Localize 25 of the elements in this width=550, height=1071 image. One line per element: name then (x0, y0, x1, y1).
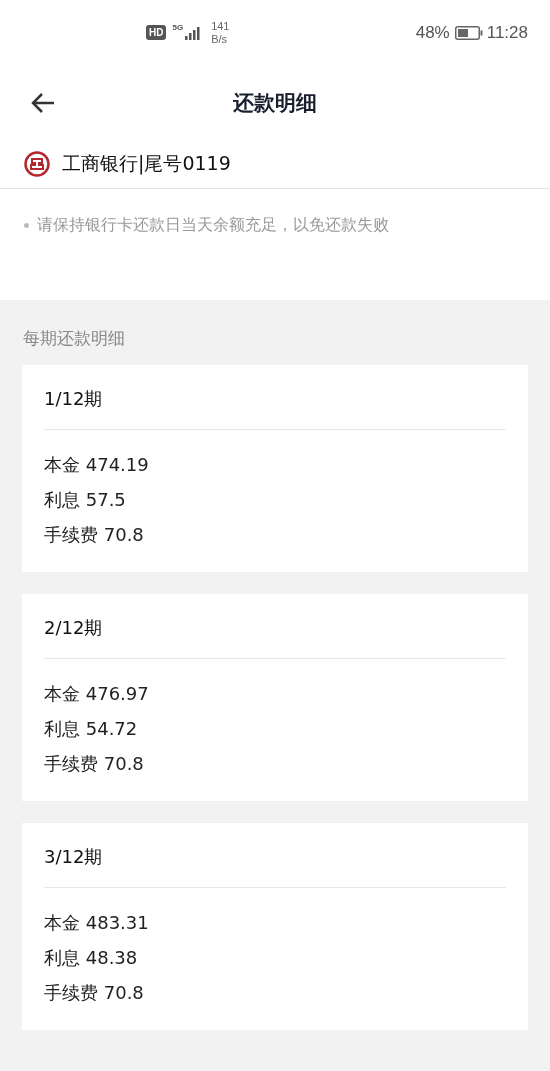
section-title: 每期还款明细 (22, 327, 126, 350)
hd-badge: HD (146, 25, 167, 40)
period-title: 1/12期 (44, 387, 104, 411)
clock: 11:28 (486, 22, 528, 43)
amount-line: 本金 476.97 (44, 683, 150, 705)
network-type: 5G (172, 23, 184, 32)
bank-card-label: 工商银行|尾号0119 (62, 151, 231, 177)
amount-line: 手续费 70.8 (44, 982, 145, 1004)
amount-line: 手续费 70.8 (44, 753, 145, 775)
amount-line: 利息 48.38 (44, 947, 139, 969)
amount-line: 利息 57.5 (44, 489, 127, 511)
bullet-icon (24, 223, 29, 228)
speed-unit: B/s (211, 32, 229, 46)
battery-icon (454, 25, 483, 40)
page-title: 还款明细 (233, 90, 317, 115)
speed-value: 141 (211, 19, 230, 33)
battery-percent: 48% (415, 22, 450, 43)
period-title: 2/12期 (44, 616, 104, 640)
amount-line: 利息 54.72 (44, 718, 139, 740)
amount-line: 本金 474.19 (44, 454, 150, 476)
bank-logo-icon (24, 151, 50, 177)
period-title: 3/12期 (44, 845, 104, 869)
amount-line: 本金 483.31 (44, 912, 150, 934)
amount-line: 手续费 70.8 (44, 524, 145, 546)
note-text: 请保持银行卡还款日当天余额充足，以免还款失败 (37, 215, 389, 236)
